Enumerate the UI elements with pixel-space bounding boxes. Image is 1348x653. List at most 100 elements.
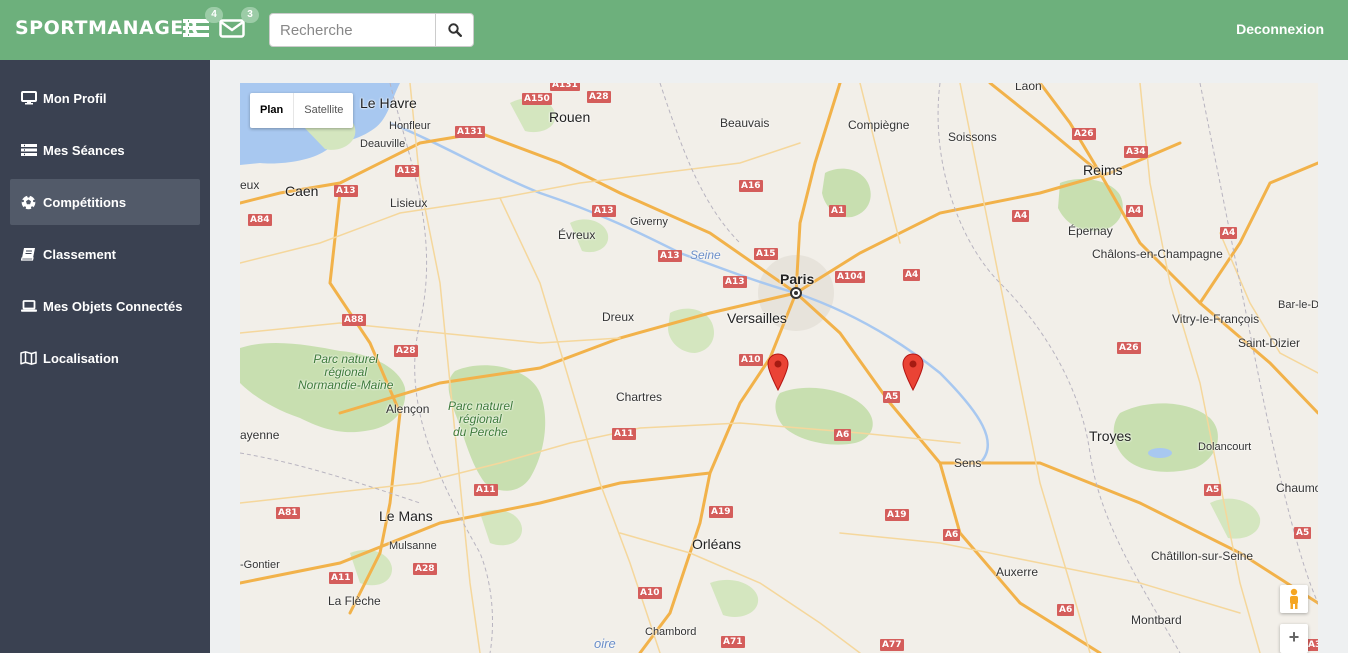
map-label: Alençon	[386, 402, 430, 416]
map-marker-icon[interactable]	[902, 353, 924, 391]
map-label: Vitry-le-François	[1172, 312, 1260, 326]
road-shield: A13	[592, 205, 616, 217]
list-icon	[20, 143, 37, 157]
sidebar-item-label: Mon Profil	[43, 90, 107, 106]
map-label: Évreux	[558, 228, 596, 242]
map-label: Bar-le-D	[1278, 299, 1318, 311]
map-label: Honfleur	[389, 120, 431, 132]
desktop-icon	[20, 91, 37, 105]
sidebar-item-label: Mes Objets Connectés	[43, 298, 183, 314]
street-view-button[interactable]	[1280, 585, 1308, 613]
road-shield: A6	[834, 429, 852, 441]
road-shield: A11	[474, 484, 498, 496]
road-shield: A15	[754, 248, 778, 260]
sidebar-item-label: Compétitions	[43, 194, 127, 210]
road-shield: A19	[885, 509, 909, 521]
map-type-satellite[interactable]: Satellite	[294, 93, 353, 128]
sidebar-item-label: Classement	[43, 246, 116, 262]
sidebar-item-label: Localisation	[43, 350, 119, 366]
map-label: Dolancourt	[1198, 441, 1252, 453]
map-label: eux	[240, 178, 260, 192]
sidebar-item-classement[interactable]: Classement	[10, 231, 200, 277]
road-shield: A4	[903, 269, 921, 281]
road-shield: A26	[1117, 342, 1141, 354]
map-label: Châtillon-sur-Seine	[1151, 549, 1254, 563]
road-shield: A84	[248, 214, 272, 226]
book-icon	[20, 247, 37, 261]
map-label: Châlons-en-Champagne	[1092, 247, 1223, 261]
map-label: La Flèche	[328, 594, 381, 608]
notifications-button[interactable]: 4	[183, 7, 223, 41]
map-marker-icon[interactable]	[767, 353, 789, 391]
road-shield: A4	[1126, 205, 1144, 217]
map-label: Montbard	[1131, 613, 1182, 627]
road-shield: A26	[1072, 128, 1096, 140]
map-label: Saint-Dizier	[1238, 336, 1301, 350]
road-shield: A13	[395, 165, 419, 177]
road-shield: A131	[550, 83, 580, 91]
map-label: Orléans	[692, 536, 742, 552]
map-label: Le Havre	[360, 95, 417, 111]
road-shield: A131	[455, 126, 485, 138]
search-input[interactable]	[269, 13, 436, 47]
map-label: Chaumo	[1276, 481, 1318, 495]
map-icon	[20, 351, 37, 365]
map-label: Paris	[780, 271, 815, 287]
list-icon	[183, 19, 209, 37]
map-label: Mulsanne	[389, 540, 437, 552]
map-label: Seine	[690, 248, 721, 262]
road-shield: A88	[342, 314, 366, 326]
map-label: Chambord	[645, 626, 697, 638]
map-type-plan[interactable]: Plan	[250, 93, 295, 128]
app-brand[interactable]: SPORTMANAGER	[15, 17, 199, 39]
map-view[interactable]: Laon Le Havre Honfleur Deauville Rouen B…	[240, 83, 1318, 653]
road-shield: A28	[394, 345, 418, 357]
map-label: Troyes	[1089, 428, 1132, 444]
map-label: Compiègne	[848, 118, 910, 132]
sidebar-item-mes-objets-connectes[interactable]: Mes Objets Connectés	[10, 283, 200, 329]
road-shield: A150	[522, 93, 552, 105]
map-label: Soissons	[948, 130, 997, 144]
search-button[interactable]	[435, 13, 474, 47]
messages-badge: 3	[241, 7, 259, 23]
sidebar-item-localisation[interactable]: Localisation	[10, 335, 200, 381]
road-shield: A13	[723, 276, 747, 288]
map-type-control: Plan Satellite	[250, 93, 354, 128]
map-label: Giverny	[630, 216, 668, 228]
road-shield: A5	[1204, 484, 1222, 496]
map-label: Dreux	[602, 310, 635, 324]
road-shield: A71	[721, 636, 745, 648]
road-shield: A13	[658, 250, 682, 262]
map-label: oire	[594, 636, 616, 651]
road-shield: A6	[1057, 604, 1075, 616]
map-label: Parc naturel régional du Perche	[448, 399, 513, 439]
map-label: Beauvais	[720, 116, 770, 130]
messages-button[interactable]: 3	[219, 7, 259, 41]
road-shield: A4	[1012, 210, 1030, 222]
envelope-icon	[219, 19, 245, 38]
map-label: ayenne	[240, 428, 280, 442]
map-label: Laon	[1015, 83, 1042, 93]
search-form	[269, 13, 474, 47]
map-label: Le Mans	[379, 508, 433, 524]
map-label: Sens	[954, 456, 982, 470]
road-shield: A10	[638, 587, 662, 599]
sidebar-item-mon-profil[interactable]: Mon Profil	[10, 75, 200, 121]
zoom-in-button[interactable]: +	[1280, 624, 1308, 653]
map-label: Épernay	[1068, 224, 1113, 238]
sidebar-item-mes-seances[interactable]: Mes Séances	[10, 127, 200, 173]
sidebar-item-competitions[interactable]: Compétitions	[10, 179, 200, 225]
road-shield: A28	[413, 563, 437, 575]
road-shield: A104	[835, 271, 865, 283]
logout-link[interactable]: Deconnexion	[1236, 21, 1324, 37]
map-label: Deauville	[360, 138, 406, 150]
road-shield: A11	[612, 428, 636, 440]
pegman-icon	[1290, 588, 1298, 609]
map-label: Lisieux	[390, 196, 428, 210]
map-label: Rouen	[549, 109, 591, 125]
road-shield: A34	[1124, 146, 1148, 158]
map-label: Caen	[285, 183, 319, 199]
map-label: -Gontier	[240, 559, 280, 571]
map-label: Parc naturel régional Normandie-Maine	[298, 352, 394, 392]
map-label: Chartres	[616, 390, 663, 404]
